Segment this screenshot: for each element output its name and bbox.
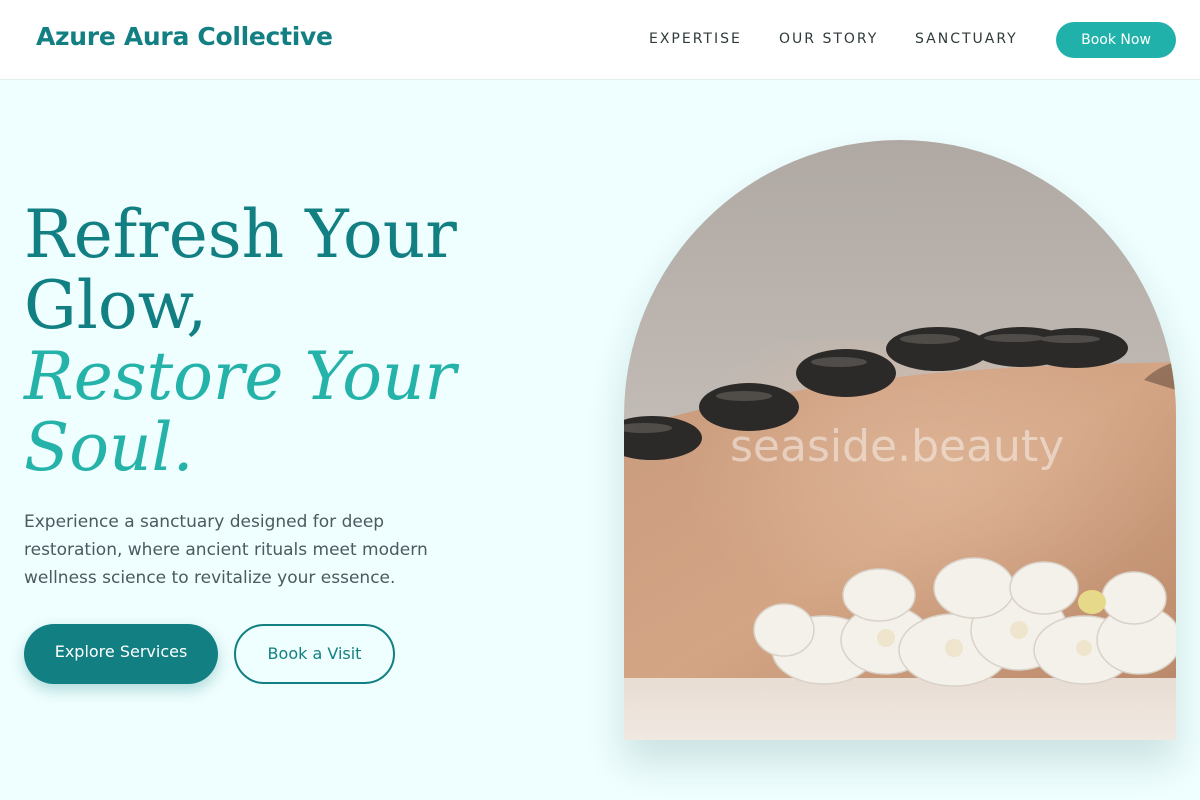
hero-headline-italic-line-1: Restore Your: [24, 338, 457, 415]
explore-services-button[interactable]: Explore Services: [24, 624, 218, 684]
nav-link-expertise[interactable]: EXPERTISE: [649, 31, 742, 47]
nav-link-sanctuary[interactable]: SANCTUARY: [915, 31, 1018, 47]
book-now-button[interactable]: Book Now: [1056, 22, 1176, 58]
brand-logo[interactable]: Azure Aura Collective: [36, 22, 333, 51]
book-a-visit-button[interactable]: Book a Visit: [234, 624, 395, 684]
hero-description: Experience a sanctuary designed for deep…: [24, 512, 428, 588]
site-header: Azure Aura Collective EXPERTISE OUR STOR…: [0, 0, 1200, 80]
image-watermark: seaside.beauty: [730, 421, 1065, 472]
hero-headline-line-1: Refresh Your: [24, 196, 457, 273]
hero-headline-line-2: Glow,: [24, 267, 208, 344]
nav-link-our-story[interactable]: OUR STORY: [779, 31, 878, 47]
hero-headline-italic-line-2: Soul.: [24, 409, 194, 486]
